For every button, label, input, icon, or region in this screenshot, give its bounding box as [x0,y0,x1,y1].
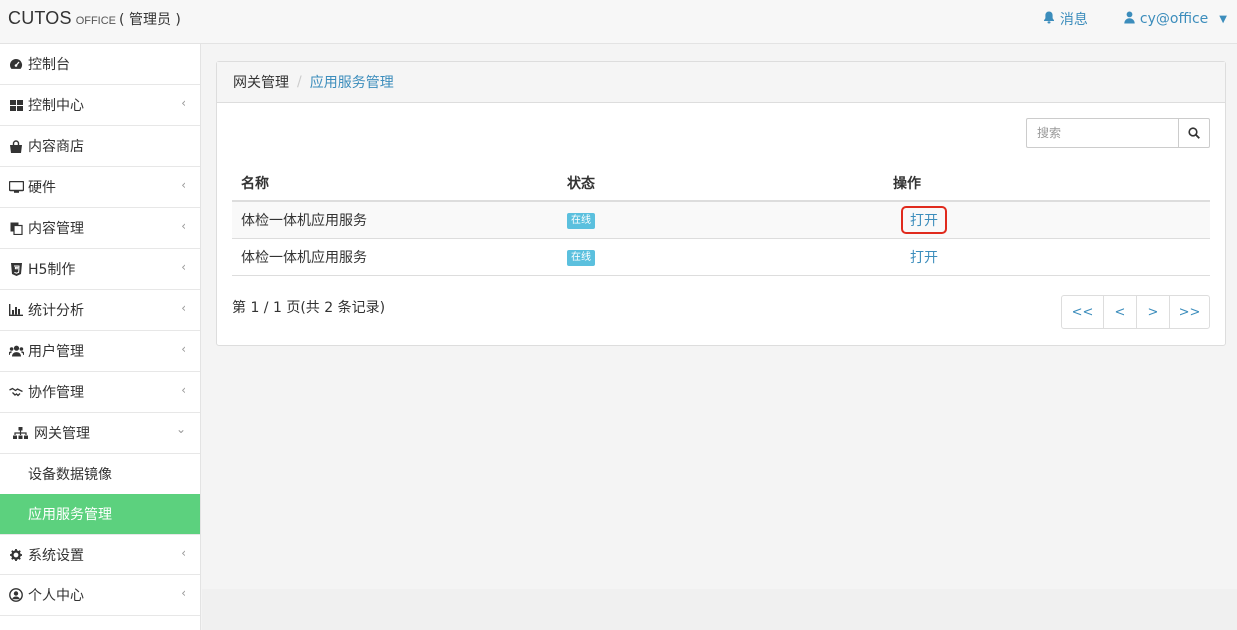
user-circle-icon [8,588,24,602]
search-icon [1188,127,1200,139]
chevron-left-icon: ‹ [181,383,186,397]
cell-name: 体检一体机应用服务 [232,201,558,239]
user-menu[interactable]: cy@office ▼ [1124,11,1227,28]
desktop-icon [8,181,24,193]
chevron-left-icon: ‹ [181,342,186,356]
table-header-row: 名称 状态 操作 [232,165,1210,202]
cell-status: 在线 [558,238,884,276]
sidebar-item-users[interactable]: 用户管理 ‹ [0,331,200,372]
caret-down-icon: ▼ [1219,13,1227,25]
brand-role: ( 管理员 ) [119,12,181,28]
chevron-down-icon: ⌄ [175,422,186,436]
table-row: 体检一体机应用服务 在线 打开 [232,201,1210,239]
sidebar-item-label: 硬件 [28,180,56,196]
sidebar-item-label: 个人中心 [28,588,84,604]
page-last-button[interactable]: >> [1169,295,1210,329]
sidebar-item-label: 控制中心 [28,98,84,114]
sidebar-item-hardware[interactable]: 硬件 ‹ [0,167,200,208]
cell-status: 在线 [558,201,884,239]
breadcrumb: 网关管理 / 应用服务管理 [217,62,1225,103]
brand-sub: OFFICE [75,15,117,27]
sidebar-item-label: H5制作 [28,262,76,278]
page-next-button[interactable]: > [1136,295,1170,329]
cell-action: 打开 [884,201,1210,239]
chevron-left-icon: ‹ [181,96,186,110]
users-icon [8,345,24,357]
chevron-left-icon: ‹ [181,586,186,600]
pagination-info: 第 1 / 1 页(共 2 条记录) [232,300,386,316]
chevron-left-icon: ‹ [181,546,186,560]
grid-icon [8,99,24,111]
pagination: << < > >> [1061,295,1210,329]
table-row: 体检一体机应用服务 在线 打开 [232,238,1210,276]
sidebar-item-label: 网关管理 [34,426,90,442]
handshake-icon [8,387,24,398]
sidebar-item-content-store[interactable]: 内容商店 [0,126,200,167]
breadcrumb-separator: / [297,74,302,90]
sidebar-item-h5[interactable]: H5制作 ‹ [0,249,200,290]
search-box [1026,118,1210,148]
brand-logo[interactable]: CUTOS OFFICE( 管理员 ) [8,8,181,29]
open-button[interactable]: 打开 [902,244,946,270]
sidebar-subitem-label: 应用服务管理 [28,507,112,523]
breadcrumb-parent[interactable]: 网关管理 [233,72,289,92]
sidebar-item-content-mgmt[interactable]: 内容管理 ‹ [0,208,200,249]
cell-name: 体检一体机应用服务 [232,238,558,276]
copy-icon [8,222,24,235]
sitemap-icon [12,426,28,440]
search-input[interactable] [1026,118,1178,148]
shopping-bag-icon [8,139,24,153]
bar-chart-icon [8,304,24,316]
status-badge: 在线 [567,249,595,266]
page-prev-button[interactable]: < [1103,295,1137,329]
sidebar-item-settings[interactable]: 系统设置 ‹ [0,534,200,575]
chevron-left-icon: ‹ [181,301,186,315]
cell-action: 打开 [884,238,1210,276]
brand-name: CUTOS [8,8,72,28]
sidebar: 控制台 控制中心 ‹ 内容商店 硬件 ‹ 内容管理 ‹ H5制作 ‹ 统计分析 … [0,44,201,630]
html5-icon [8,262,24,276]
chevron-left-icon: ‹ [181,260,186,274]
sidebar-item-label: 系统设置 [28,547,84,564]
sidebar-item-statistics[interactable]: 统计分析 ‹ [0,290,200,331]
user-label: cy@office [1139,11,1209,27]
sidebar-item-label: 用户管理 [28,344,84,360]
service-table: 名称 状态 操作 体检一体机应用服务 在线 打开 体检一体机应用服务 在线 打开 [232,165,1210,276]
search-button[interactable] [1178,118,1210,148]
col-header-action: 操作 [884,165,1210,202]
chevron-left-icon: ‹ [181,219,186,233]
sidebar-item-dashboard[interactable]: 控制台 [0,44,200,85]
user-icon [1124,11,1135,28]
sidebar-item-label: 统计分析 [28,303,84,319]
dashboard-icon [8,58,24,70]
messages-link[interactable]: 消息 [1043,9,1088,29]
gear-icon [8,548,24,561]
sidebar-item-personal[interactable]: 个人中心 ‹ [0,575,200,616]
open-button[interactable]: 打开 [901,205,947,234]
sidebar-subitem-device-mirror[interactable]: 设备数据镜像 [0,454,200,494]
page-first-button[interactable]: << [1061,295,1104,329]
sidebar-item-control-center[interactable]: 控制中心 ‹ [0,85,200,126]
sidebar-subitem-label: 设备数据镜像 [28,467,112,483]
footer [202,589,1237,630]
bell-icon [1043,11,1055,28]
status-badge: 在线 [567,212,595,229]
sidebar-item-label: 控制台 [28,57,70,73]
sidebar-item-label: 内容商店 [28,139,84,155]
sidebar-item-gateway[interactable]: 网关管理 ⌄ [0,413,200,454]
main-panel: 网关管理 / 应用服务管理 名称 状态 操作 体检一体机应用服务 在线 打开 体… [216,61,1226,346]
sidebar-item-label: 内容管理 [28,221,84,237]
sidebar-item-label: 协作管理 [28,385,84,401]
top-navbar: CUTOS OFFICE( 管理员 ) 消息 cy@office ▼ [0,0,1237,44]
col-header-name[interactable]: 名称 [232,165,558,202]
breadcrumb-current: 应用服务管理 [309,75,394,91]
col-header-status[interactable]: 状态 [558,165,884,202]
sidebar-subitem-app-service[interactable]: 应用服务管理 [0,494,200,534]
messages-label: 消息 [1059,12,1088,28]
sidebar-item-collaboration[interactable]: 协作管理 ‹ [0,372,200,413]
chevron-left-icon: ‹ [181,178,186,192]
